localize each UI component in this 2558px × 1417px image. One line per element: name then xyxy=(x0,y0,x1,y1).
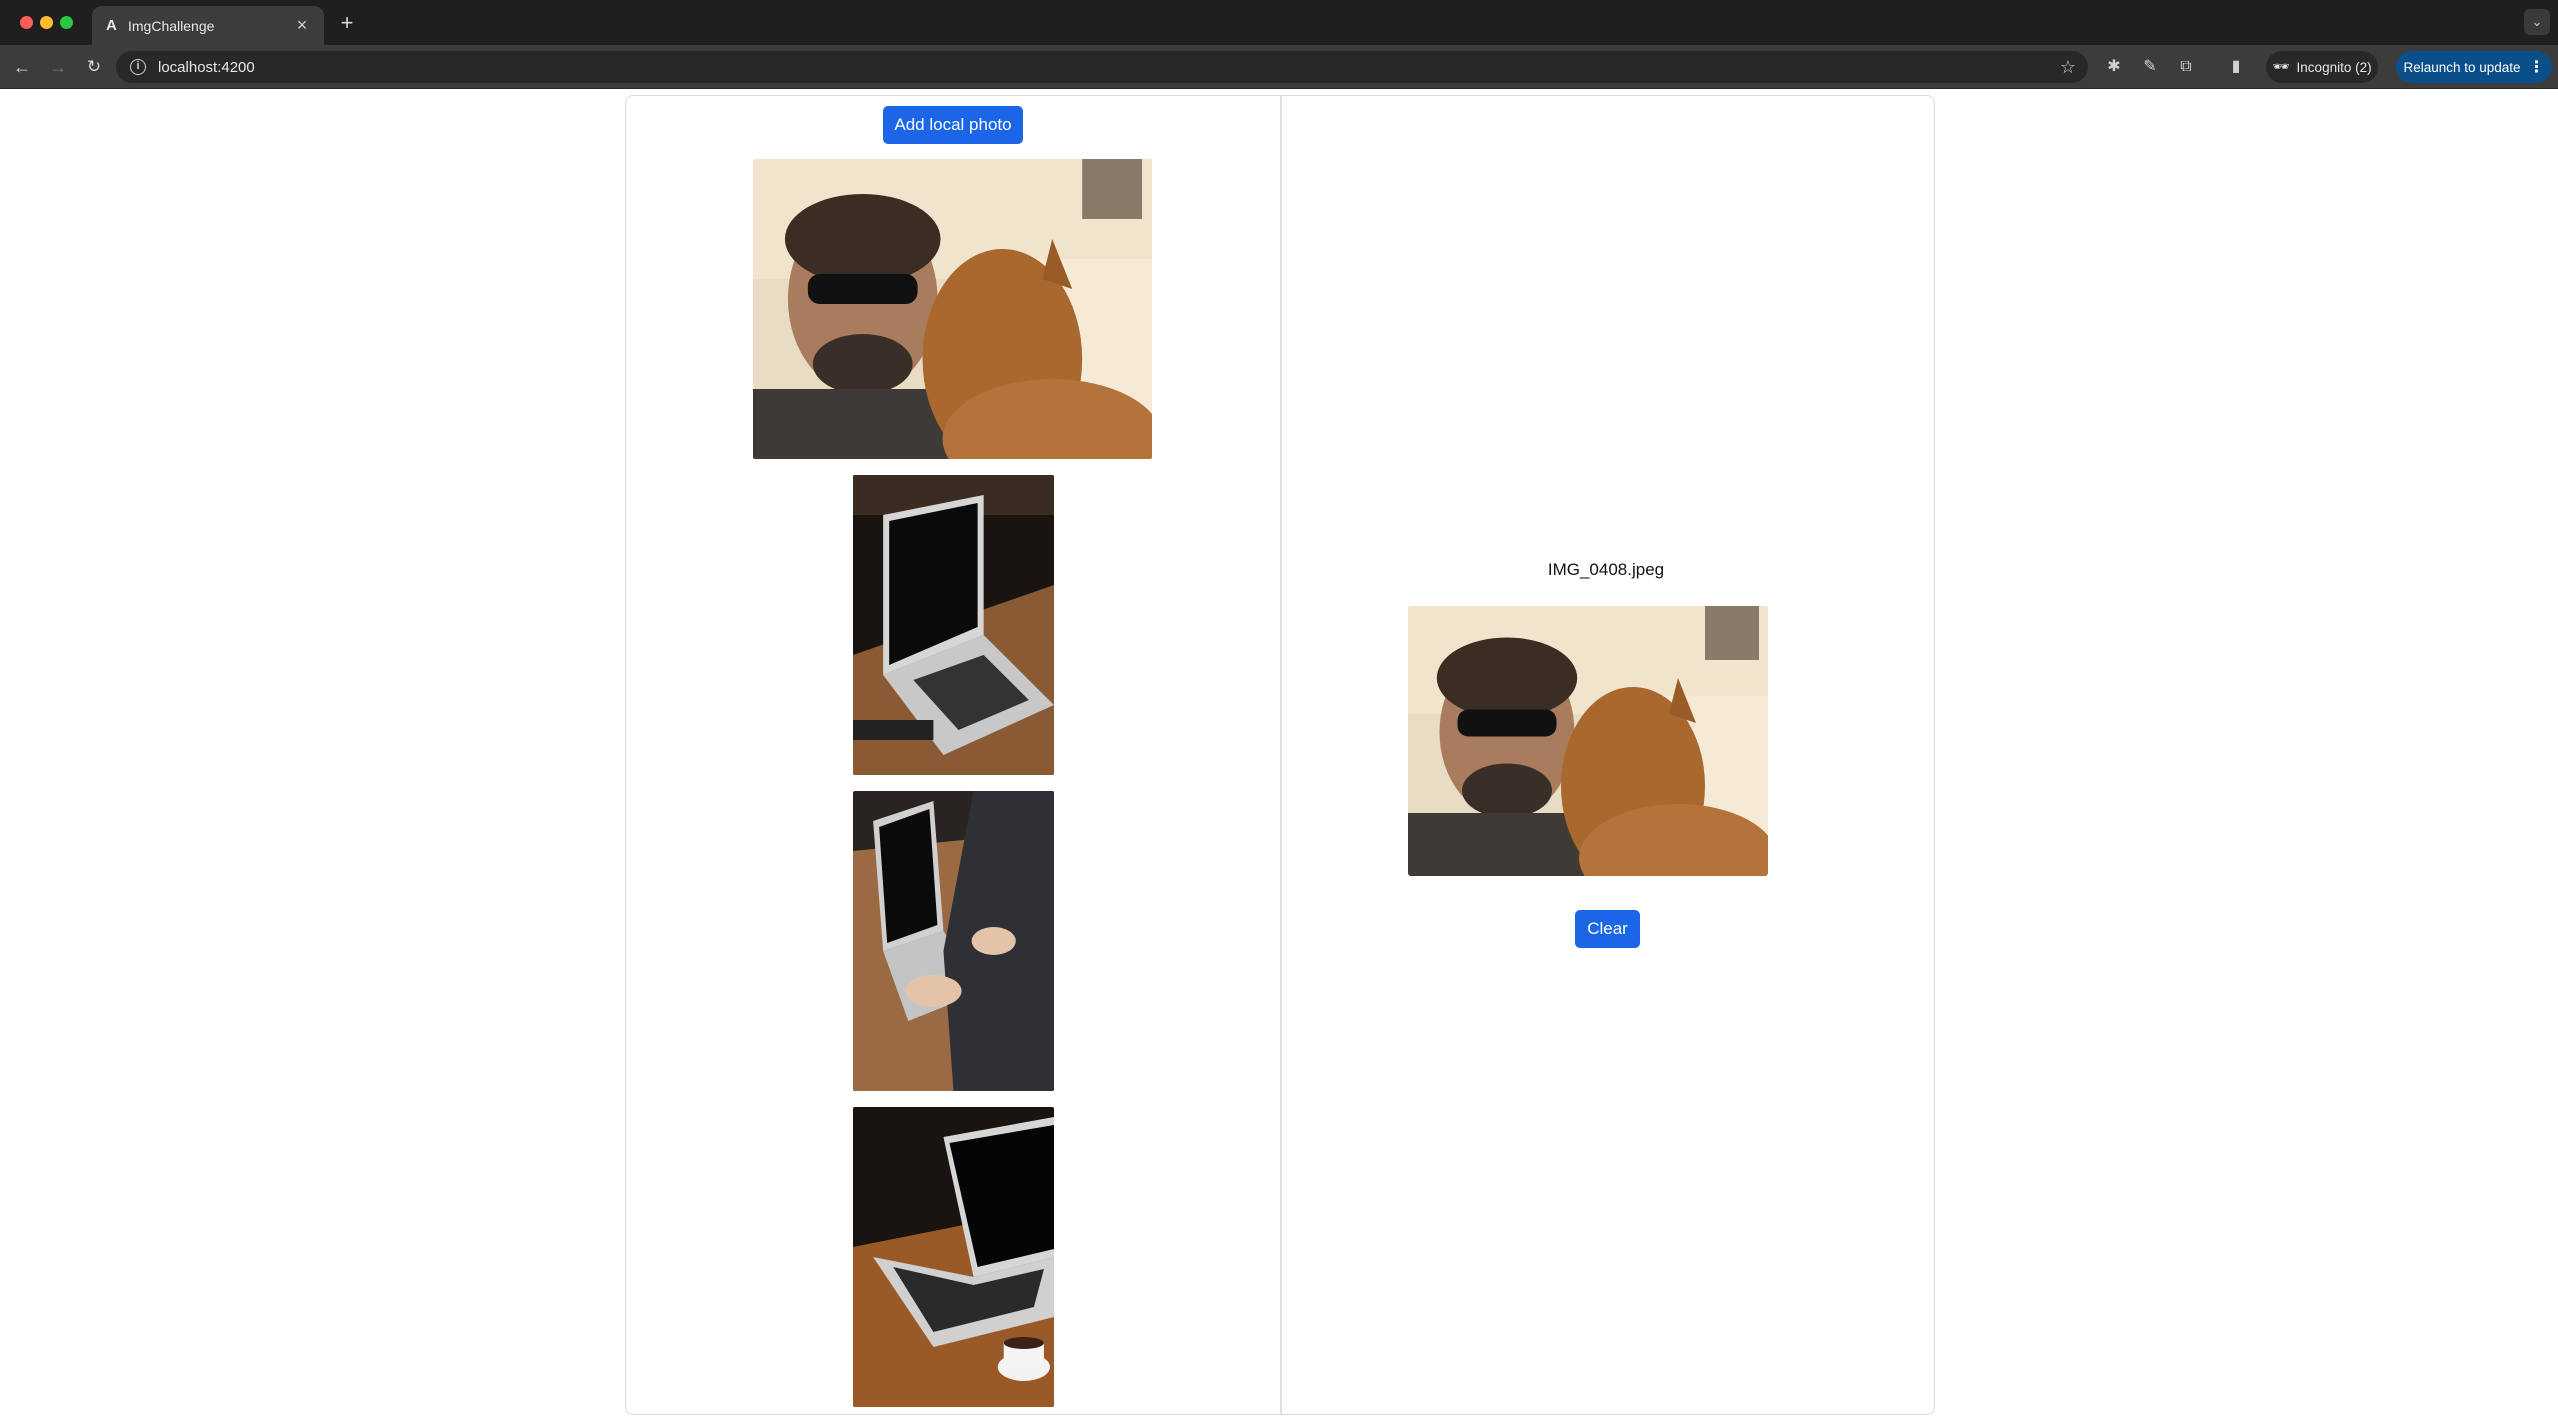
extensions-icon[interactable]: ⧉ xyxy=(2174,55,2198,79)
new-tab-icon[interactable]: + xyxy=(334,10,360,36)
tab-search-icon[interactable]: ⌄ xyxy=(2524,9,2550,35)
browser-tab[interactable]: A ImgChallenge × xyxy=(92,6,324,45)
browser-toolbar: ← → ↻ i localhost:4200 ☆ ✱ ✎ ⧉ ▮ 🕶 Incog… xyxy=(0,45,2558,89)
back-icon[interactable]: ← xyxy=(9,54,35,80)
side-panel-icon[interactable]: ▮ xyxy=(2224,55,2248,79)
add-local-photo-button[interactable]: Add local photo xyxy=(883,106,1023,144)
address-bar[interactable]: i localhost:4200 ☆ xyxy=(116,51,2088,83)
minimize-window-button[interactable] xyxy=(40,16,53,29)
incognito-icon: 🕶 xyxy=(2272,59,2290,74)
relaunch-label: Relaunch to update xyxy=(2403,59,2521,75)
maximize-window-button[interactable] xyxy=(60,16,73,29)
page-content: Add local photo IMG_0408.jpeg Clear xyxy=(0,89,2558,1417)
star-icon[interactable]: ☆ xyxy=(2060,57,2076,78)
app-container: Add local photo IMG_0408.jpeg Clear xyxy=(625,95,1935,1415)
incognito-indicator[interactable]: 🕶 Incognito (2) xyxy=(2266,51,2378,83)
angular-favicon-icon: A xyxy=(106,17,117,34)
selected-image-preview xyxy=(1408,606,1768,876)
extension-puzzle-icon[interactable]: ✱ xyxy=(2102,55,2126,79)
gallery-thumbnail-laptop-desk[interactable] xyxy=(853,475,1054,775)
info-icon[interactable]: i xyxy=(130,59,146,75)
gallery-thumbnail-selfie-alpaca[interactable] xyxy=(753,159,1152,459)
close-window-button[interactable] xyxy=(20,16,33,29)
selected-file-name: IMG_0408.jpeg xyxy=(1547,560,1665,579)
column-divider xyxy=(1280,96,1282,1414)
url-text[interactable]: localhost:4200 xyxy=(158,59,2060,76)
browser-tab-bar: A ImgChallenge × + ⌄ xyxy=(0,0,2558,45)
tab-title: ImgChallenge xyxy=(128,17,215,34)
close-tab-icon[interactable]: × xyxy=(294,15,310,36)
pen-icon[interactable]: ✎ xyxy=(2138,55,2162,79)
more-icon[interactable]: ⋮ xyxy=(2529,57,2545,77)
relaunch-button[interactable]: Relaunch to update ⋮ xyxy=(2396,51,2552,83)
incognito-label: Incognito (2) xyxy=(2296,59,2372,75)
gallery-thumbnail-laptop-coffee[interactable] xyxy=(853,1107,1054,1407)
reload-icon[interactable]: ↻ xyxy=(81,54,107,80)
forward-icon[interactable]: → xyxy=(45,54,71,80)
gallery-thumbnail-typing-laptop[interactable] xyxy=(853,791,1054,1091)
clear-button[interactable]: Clear xyxy=(1575,910,1640,948)
